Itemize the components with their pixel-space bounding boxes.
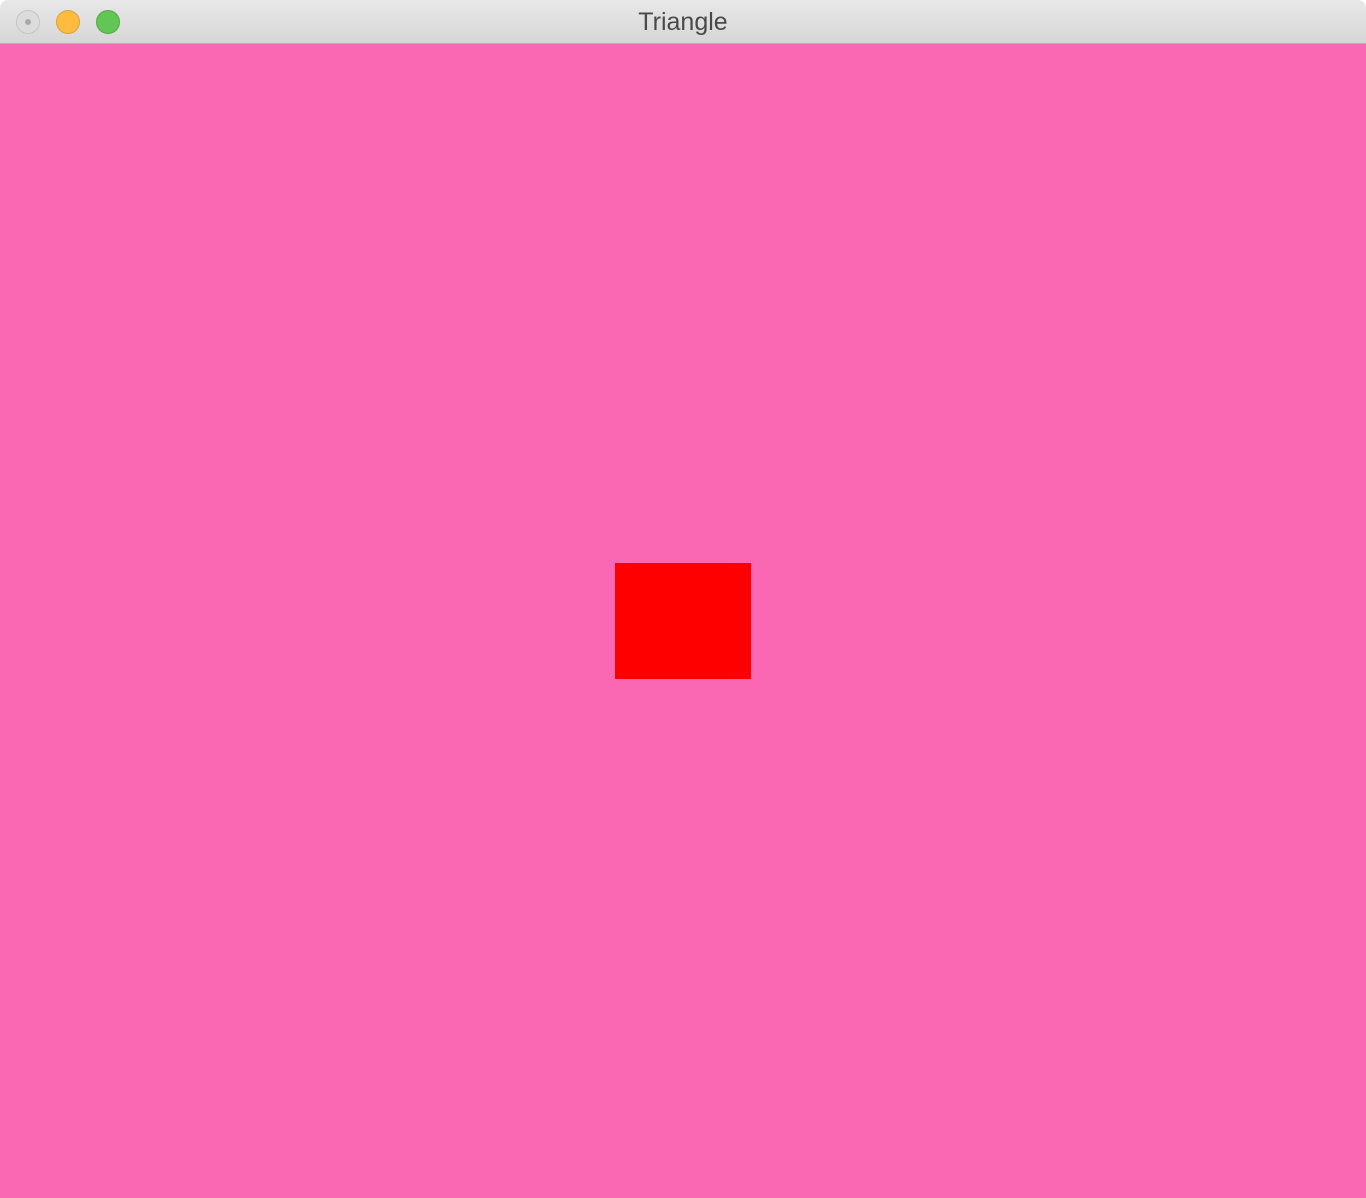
- window-title: Triangle: [638, 8, 728, 36]
- app-window: Triangle: [0, 0, 1366, 1198]
- rendered-shape: [615, 563, 751, 679]
- title-bar[interactable]: Triangle: [0, 0, 1366, 44]
- render-canvas[interactable]: [0, 44, 1366, 1198]
